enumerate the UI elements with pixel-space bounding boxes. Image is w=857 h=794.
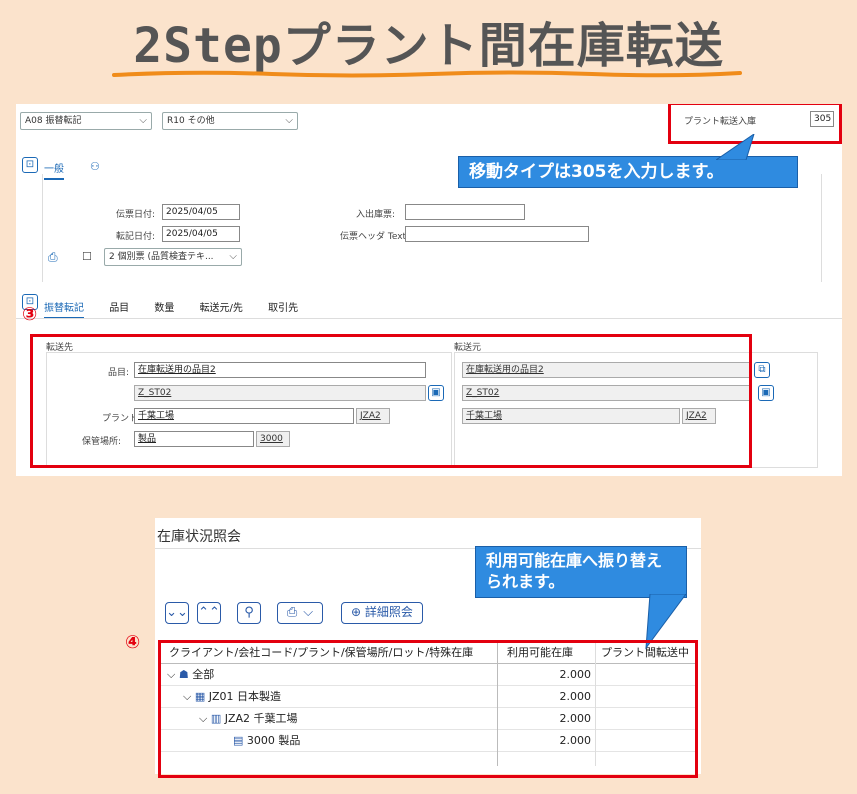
image-icon[interactable]: ▣ (758, 385, 774, 401)
zoom-icon: ⊕ (351, 605, 365, 619)
chevron-down-icon: ⌵ (303, 605, 314, 620)
tab-divider (16, 318, 842, 319)
delivery-field[interactable] (405, 204, 525, 220)
expand-all-icon[interactable]: ⌄⌄ (165, 602, 189, 624)
tab-material[interactable]: 品目 (109, 303, 129, 314)
copy-icon[interactable]: ⧉ (754, 362, 770, 378)
print-select[interactable]: 2 個別票 (品質検査テキ... ⌵ (104, 248, 242, 266)
delivery-label: 入出庫票: (356, 210, 396, 220)
reference-select[interactable]: R10 その他 ⌵ (162, 112, 298, 130)
print-menu-button[interactable]: ⎙ ⌵ (277, 602, 323, 624)
detail-button-label: 詳細照会 (364, 605, 413, 619)
movement-select[interactable]: A08 振替転記 ⌵ (20, 112, 152, 130)
tab-quantity[interactable]: 数量 (154, 303, 174, 314)
movement-select-value: A08 振替転記 (25, 116, 82, 126)
detail-button[interactable]: ⊕ 詳細照会 (341, 602, 423, 624)
tab-partner[interactable]: 取引先 (268, 303, 298, 314)
callout-available-stock: 利用可能在庫へ振り替えられます。 (475, 546, 687, 598)
callout-pointer (716, 134, 755, 160)
printer-icon: ⎙ (286, 605, 298, 620)
partner-icon[interactable]: ⚇ (90, 160, 100, 173)
transfer-highlight (30, 334, 752, 468)
header-text-field[interactable] (405, 226, 589, 242)
title-underline (112, 70, 742, 78)
collapse-header-icon[interactable]: ⊡ (22, 157, 38, 173)
step-marker-4: ④ (125, 632, 141, 653)
goods-movement-screen: A08 振替転記 ⌵ R10 その他 ⌵ プラント転送入庫 305 ⊡ 一般 ⚇… (16, 104, 842, 476)
doc-date-field[interactable]: 2025/04/05 (162, 204, 240, 220)
chevron-down-icon: ⌵ (229, 251, 237, 262)
print-select-value: 2 個別票 (品質検査テキ... (109, 252, 214, 262)
post-date-label: 転記日付: (116, 232, 156, 242)
tab-source-dest[interactable]: 転送元/先 (200, 303, 243, 314)
doc-date-label: 伝票日付: (116, 210, 156, 220)
collapse-all-icon[interactable]: ⌃⌃ (197, 602, 221, 624)
post-date-field[interactable]: 2025/04/05 (162, 226, 240, 242)
header-text-label: 伝票ヘッダ Text: (340, 232, 410, 242)
reference-select-value: R10 その他 (167, 116, 215, 126)
chevron-down-icon: ⌵ (139, 115, 147, 126)
panel-title: 在庫状況照会 (157, 529, 241, 545)
print-checkbox[interactable]: ☐ (82, 250, 92, 263)
stock-highlight (158, 640, 698, 778)
printer-icon[interactable]: ⎙ (48, 250, 58, 265)
page-title: 2Stepプラント間在庫転送 (133, 18, 724, 74)
step-marker-3: ③ (22, 304, 38, 325)
tab-transfer-posting[interactable]: 振替転記 (44, 303, 84, 319)
search-icon[interactable]: ⚲ (237, 602, 261, 624)
chevron-down-icon: ⌵ (285, 115, 293, 126)
